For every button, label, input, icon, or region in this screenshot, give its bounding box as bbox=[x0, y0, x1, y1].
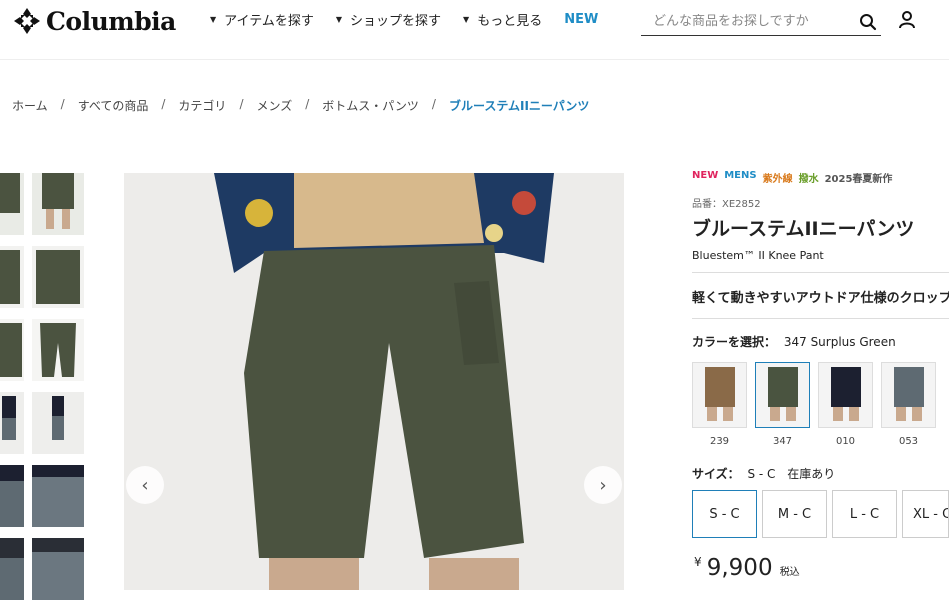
user-icon bbox=[899, 11, 915, 29]
divider bbox=[692, 272, 949, 273]
color-code: 347 bbox=[772, 436, 793, 447]
nav-item-label: アイテムを探す bbox=[224, 14, 314, 29]
account-button[interactable] bbox=[897, 10, 917, 34]
product-tags: NEW MENS 紫外線 撥水 2025春夏新作 bbox=[692, 170, 949, 185]
nav-item-more[interactable]: ▼ もっと見る bbox=[463, 10, 542, 29]
caret-down-icon: ▼ bbox=[335, 15, 343, 24]
color-selector-label: カラーを選択： 347 Surplus Green bbox=[692, 333, 896, 350]
color-code: 239 bbox=[709, 436, 730, 447]
thumbnail[interactable] bbox=[0, 246, 24, 308]
search-button[interactable] bbox=[855, 9, 881, 35]
breadcrumb-item[interactable]: カテゴリ bbox=[178, 97, 226, 114]
tag-water-repellent: 撥水 bbox=[798, 174, 819, 185]
chevron-right-icon: › bbox=[599, 474, 607, 496]
size-label: サイズ： bbox=[692, 467, 740, 481]
breadcrumb-item[interactable]: ホーム bbox=[12, 97, 48, 114]
product-subtitle: Bluestem™ II Knee Pant bbox=[692, 249, 824, 262]
prev-image-button[interactable]: ‹ bbox=[126, 466, 164, 504]
chevron-left-icon: ‹ bbox=[141, 474, 149, 496]
thumbnail[interactable] bbox=[0, 465, 24, 527]
tag-mens: MENS bbox=[724, 170, 757, 181]
color-swatch-239[interactable] bbox=[692, 362, 747, 428]
brand-logo[interactable]: Columbia bbox=[12, 6, 176, 36]
color-code: 010 bbox=[835, 436, 856, 447]
thumbnail[interactable] bbox=[32, 392, 84, 454]
breadcrumb-current: ブルーステムIIニーパンツ bbox=[448, 99, 590, 113]
tag-uv: 紫外線 bbox=[762, 174, 793, 185]
columbia-diamond-icon bbox=[14, 8, 40, 34]
breadcrumb-item[interactable]: メンズ bbox=[256, 97, 292, 114]
breadcrumb-item[interactable]: すべての商品 bbox=[78, 97, 149, 114]
size-option-l[interactable]: L - C bbox=[832, 490, 897, 538]
thumbnail[interactable] bbox=[32, 173, 84, 235]
search-input[interactable] bbox=[641, 14, 855, 29]
caret-down-icon: ▼ bbox=[463, 15, 470, 24]
product-title: ブルーステムIIニーパンツ bbox=[692, 218, 915, 240]
next-image-button[interactable]: › bbox=[584, 466, 622, 504]
site-header: Columbia ▼ アイテムを探す ▼ ショップを探す ▼ もっと見る NEW bbox=[0, 0, 949, 60]
color-code: 053 bbox=[898, 436, 919, 447]
breadcrumb-item[interactable]: ボトムス・パンツ bbox=[322, 97, 419, 114]
size-value: S - C bbox=[747, 467, 776, 481]
color-swatch-053[interactable] bbox=[881, 362, 936, 428]
product-sku: 品番：XE2852 bbox=[692, 199, 761, 210]
nav-item-find-shop[interactable]: ▼ ショップを探す bbox=[336, 10, 441, 29]
size-option-s[interactable]: S - C bbox=[692, 490, 757, 538]
divider bbox=[692, 318, 949, 319]
currency-symbol: ¥ bbox=[694, 555, 702, 569]
nav-item-new[interactable]: NEW bbox=[564, 10, 598, 29]
size-option-m[interactable]: M - C bbox=[762, 490, 827, 538]
tax-label: 税込 bbox=[779, 567, 800, 578]
product-info: NEW MENS 紫外線 撥水 2025春夏新作 品番：XE2852 ブルーステ… bbox=[692, 170, 949, 262]
color-swatch-347[interactable] bbox=[755, 362, 810, 428]
size-selector-label: サイズ： S - C 在庫あり bbox=[692, 465, 835, 482]
search-icon bbox=[860, 13, 877, 30]
brand-name: Columbia bbox=[46, 6, 176, 36]
tag-season: 2025春夏新作 bbox=[824, 174, 893, 185]
thumbnail[interactable] bbox=[32, 465, 84, 527]
product-main-image[interactable]: ‹ › bbox=[124, 173, 624, 590]
color-swatch-010[interactable] bbox=[818, 362, 873, 428]
price-value: 9,900 bbox=[706, 555, 773, 581]
size-option-xl[interactable]: XL - C bbox=[902, 490, 949, 538]
nav-item-label: もっと見る bbox=[477, 14, 543, 29]
nav-item-label: ショップを探す bbox=[350, 14, 442, 29]
nav-item-search-items[interactable]: ▼ アイテムを探す bbox=[210, 10, 314, 29]
thumbnail[interactable] bbox=[0, 173, 24, 235]
main-nav: ▼ アイテムを探す ▼ ショップを探す ▼ もっと見る NEW bbox=[210, 10, 620, 29]
breadcrumb: ホーム / すべての商品 / カテゴリ / メンズ / ボトムス・パンツ / ブルーステム… bbox=[12, 97, 590, 114]
stock-status: 在庫あり bbox=[787, 467, 836, 481]
product-catchcopy: 軽くて動きやすいアウトドア仕様のクロップド bbox=[692, 291, 949, 306]
thumbnail[interactable] bbox=[0, 319, 24, 381]
thumbnail[interactable] bbox=[32, 319, 84, 381]
product-photo bbox=[124, 173, 624, 590]
product-price: ¥ 9,900 税込 bbox=[694, 555, 800, 581]
search-bar bbox=[641, 8, 881, 36]
thumbnail[interactable] bbox=[0, 392, 24, 454]
tag-new: NEW bbox=[692, 170, 719, 181]
color-value: 347 Surplus Green bbox=[783, 335, 896, 349]
color-label: カラーを選択： bbox=[692, 335, 777, 349]
thumbnail[interactable] bbox=[32, 538, 84, 600]
caret-down-icon: ▼ bbox=[210, 15, 217, 24]
thumbnail[interactable] bbox=[32, 246, 84, 308]
thumbnail[interactable] bbox=[0, 538, 24, 600]
